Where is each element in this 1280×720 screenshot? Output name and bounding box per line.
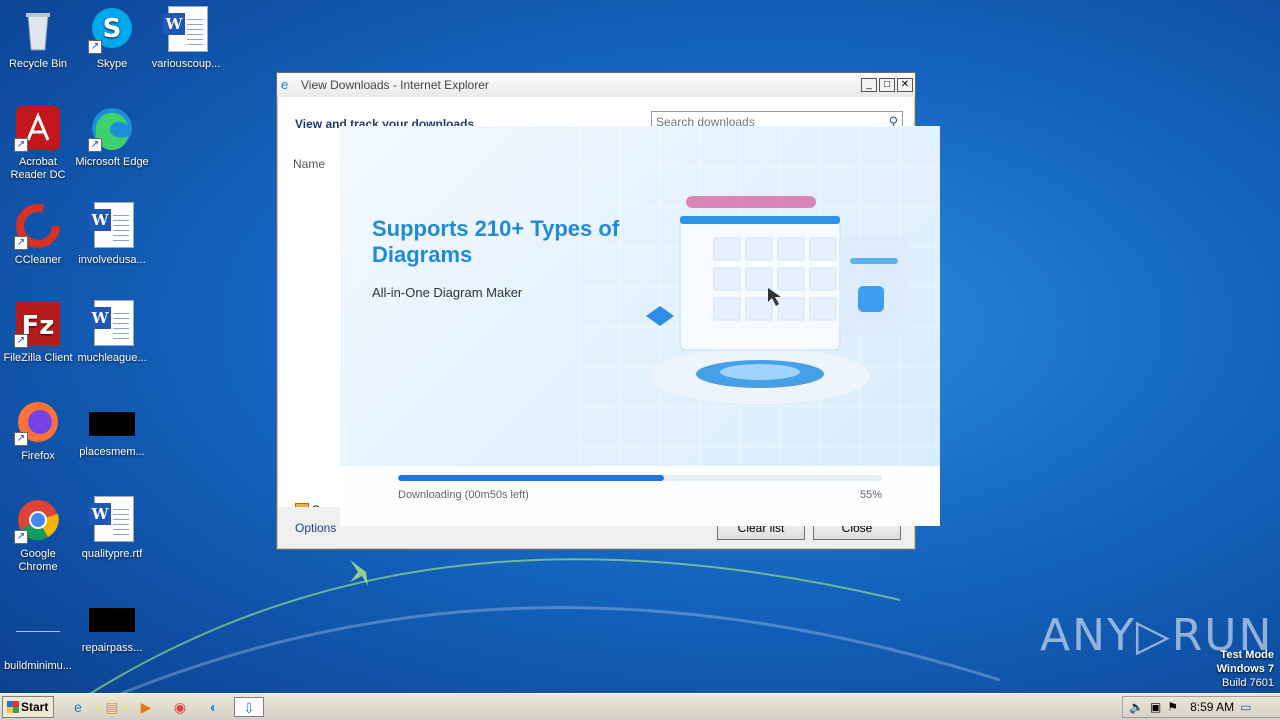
desktop-icon-label: Skype [96,58,128,70]
internet-explorer-icon: e [281,77,289,92]
windows-logo-icon [7,701,19,713]
build-line: Build 7601 [1222,677,1274,689]
file-thumbnail [89,608,135,632]
start-label: Start [21,700,49,714]
explorer-folder-icon[interactable]: ▤ [100,697,124,717]
file-thumbnail [89,412,135,436]
column-header-name[interactable]: Name [293,157,325,171]
skype-icon: S ↗ [88,6,136,54]
shortcut-arrow-icon: ↗ [88,138,102,152]
download-progress-bar [398,475,882,481]
desktop-icon-label: buildminimu... [4,660,72,672]
chrome-taskbar-icon[interactable]: ◉ [168,697,192,717]
ccleaner-icon: ↗ [14,202,62,250]
test-mode-line: Test Mode [1220,649,1274,661]
desktop-icon-qualitypre[interactable]: W qualitypre.rtf [74,496,150,561]
desktop-icon-label: Firefox [21,450,55,462]
acrobat-icon: ↗ [14,104,62,152]
desktop-icon-ccleaner[interactable]: ↗ CCleaner [0,202,76,267]
installer-subtitle: All-in-One Diagram Maker [372,285,523,300]
desktop-icon-label: CCleaner [14,254,62,266]
desktop-icon-label: Recycle Bin [8,58,68,70]
taskbar: Start e ▤ ▶ ◉ ◐ ⇩ 🔈 ▣ ⚑ 8:59 AM ▭ [0,693,1280,720]
window-titlebar[interactable]: e View Downloads - Internet Explorer _ □… [277,73,915,97]
desktop-icon-muchleague[interactable]: W muchleague... [74,300,150,365]
diagram-illustration [646,196,910,404]
options-link[interactable]: Options [295,521,336,535]
ie-taskbar-icon[interactable]: e [66,697,90,717]
desktop-icon-involvedusa[interactable]: W involvedusa... [74,202,150,267]
media-player-icon[interactable]: ▶ [134,697,158,717]
maximize-button[interactable]: □ [879,78,895,92]
desktop-icon-label: FileZilla Client [3,352,73,364]
shortcut-arrow-icon: ↗ [14,138,28,152]
desktop-icon-filezilla[interactable]: Fz ↗ FileZilla Client [0,300,76,365]
desktop-icon-label: involvedusa... [78,254,146,266]
window-title: View Downloads - Internet Explorer [301,78,489,92]
desktop-icon-repairpass[interactable]: repairpass... [74,594,150,655]
os-name-line: Windows 7 [1216,663,1274,675]
desktop-icon-skype[interactable]: S ↗ Skype [74,6,150,71]
download-progress-fill [398,475,665,481]
desktop-icon-label: repairpass... [81,642,143,654]
desktop-icon-buildminimu[interactable]: buildminimu... [0,594,76,673]
desktop-icon-firefox[interactable]: ↗ Firefox [0,398,76,463]
edge-icon: ↗ [88,104,136,152]
installer-splash: Supports 210+ Types of Diagrams All-in-O… [340,126,940,526]
downloads-taskbar-icon[interactable]: ⇩ [234,697,264,717]
desktop-icon-chrome[interactable]: ↗ Google Chrome [0,496,76,574]
desktop-icon-label: variouscoup... [151,58,221,70]
desktop-icon-variouscoup[interactable]: W variouscoup... [148,6,224,71]
desktop-icon-label: placesmem... [79,446,145,458]
download-status: Downloading (00m50s left) [398,489,529,501]
desktop-icon-recycle-bin[interactable]: Recycle Bin [0,6,76,71]
shortcut-arrow-icon: ↗ [14,334,28,348]
minimize-button[interactable]: _ [861,78,877,92]
file-thumbnail [14,608,62,656]
word-document-icon: W [162,6,210,54]
word-document-icon: W [88,300,136,348]
desktop-icon-label: Microsoft Edge [75,156,149,168]
desktop-icon-acrobat[interactable]: ↗ Acrobat Reader DC [0,104,76,182]
firefox-icon: ↗ [14,398,62,446]
shortcut-arrow-icon: ↗ [14,236,28,250]
volume-icon[interactable]: 🔈 [1129,700,1144,714]
shortcut-arrow-icon: ↗ [14,530,28,544]
word-document-icon: W [88,496,136,544]
desktop-icon-label: Acrobat Reader DC [10,156,66,181]
desktop-icon-label: muchleague... [77,352,147,364]
show-desktop-icon[interactable]: ▭ [1240,700,1251,714]
system-tray: 🔈 ▣ ⚑ 8:59 AM ▭ [1122,696,1280,718]
chrome-icon: ↗ [14,496,62,544]
shortcut-arrow-icon: ↗ [14,432,28,446]
clock[interactable]: 8:59 AM [1190,700,1234,714]
desktop-icon-label: qualitypre.rtf [81,548,143,560]
close-window-button[interactable]: ✕ [897,78,913,92]
edge-taskbar-icon[interactable]: ◐ [202,697,226,717]
desktop-icon-edge[interactable]: ↗ Microsoft Edge [74,104,150,169]
word-document-icon: W [88,202,136,250]
network-icon[interactable]: ▣ [1150,700,1161,714]
filezilla-icon: Fz ↗ [14,300,62,348]
desktop-icon-placesmem[interactable]: placesmem... [74,398,150,459]
download-percent: 55% [859,489,882,501]
action-center-flag-icon[interactable]: ⚑ [1167,700,1178,714]
installer-headline: Supports 210+ Types of Diagrams [372,216,620,267]
desktop-icon-label: Google Chrome [18,548,58,573]
test-mode-notice: Test Mode Windows 7 Build 7601 [1217,648,1274,690]
start-button[interactable]: Start [2,696,54,718]
recycle-bin-icon [14,6,62,54]
shortcut-arrow-icon: ↗ [88,40,102,54]
svg-text:S: S [103,14,122,44]
